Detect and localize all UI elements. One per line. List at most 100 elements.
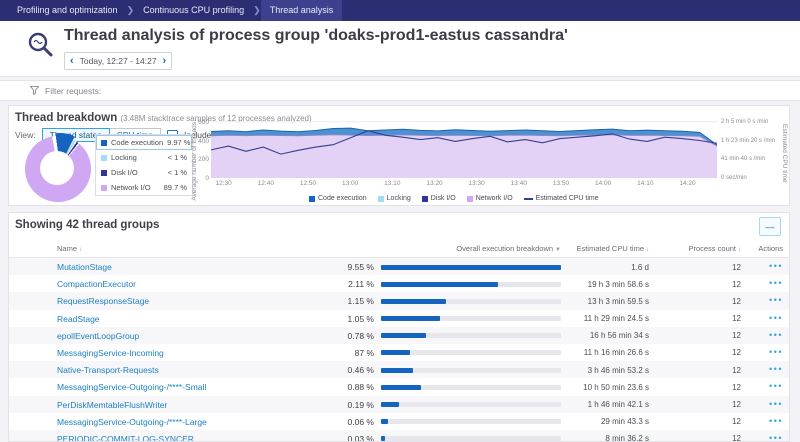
- row-actions-button[interactable]: •••: [709, 347, 783, 357]
- execution-bar-fill: [381, 333, 426, 338]
- filter-bar[interactable]: Filter requests:: [0, 80, 800, 101]
- thread-chart-plot[interactable]: [211, 118, 717, 178]
- legend-label: Disk I/O: [111, 168, 164, 177]
- chart-legend-label: Network I/O: [476, 195, 513, 202]
- x-axis-tick: 14:00: [591, 180, 615, 187]
- thread-group-link[interactable]: epollEventLoopGroup: [57, 331, 139, 341]
- execution-percent: 1.05 %: [289, 314, 374, 324]
- chart-legend-item[interactable]: Locking: [378, 195, 411, 202]
- thread-group-link[interactable]: PerDiskMemtableFlushWriter: [57, 400, 167, 410]
- row-actions-button[interactable]: •••: [709, 399, 783, 409]
- row-actions-button[interactable]: •••: [709, 364, 783, 374]
- execution-percent: 0.19 %: [289, 400, 374, 410]
- left-axis-tick: 600: [197, 119, 209, 126]
- estimated-cpu-time: 1 h 46 min 42.1 s: [489, 400, 649, 409]
- execution-bar-fill: [381, 368, 413, 373]
- estimated-cpu-time: 29 min 43.3 s: [489, 417, 649, 426]
- table-options-button[interactable]: —: [759, 217, 781, 236]
- column-header-name[interactable]: Name↕: [57, 244, 177, 253]
- right-axis-tick: 1 h 23 min 20 s /min: [721, 138, 779, 144]
- x-axis-tick: 13:50: [549, 180, 573, 187]
- x-axis-tick: 12:50: [296, 180, 320, 187]
- thread-groups-card: Showing 42 thread groups — Name↕ Overall …: [8, 212, 790, 442]
- table-header-row: Name↕ Overall execution breakdown▼Estimat…: [9, 241, 789, 258]
- row-actions-button[interactable]: •••: [709, 313, 783, 323]
- execution-bar-fill: [381, 419, 388, 424]
- chart-legend-item[interactable]: Network I/O: [467, 195, 513, 202]
- x-axis-tick: 12:40: [254, 180, 278, 187]
- breakdown-legend: Code execution9.97 %Locking< 1 %Disk I/O…: [95, 134, 193, 196]
- legend-row[interactable]: Network I/O89.7 %: [96, 180, 192, 195]
- execution-percent: 9.55 %: [289, 262, 374, 272]
- thread-group-link[interactable]: MutationStage: [57, 262, 112, 272]
- thread-group-link[interactable]: ReadStage: [57, 314, 100, 324]
- page-title: Thread analysis of process group 'doaks-…: [64, 27, 568, 45]
- thread-group-link[interactable]: MessagingService-Outgoing-/****-Small: [57, 382, 206, 392]
- timeframe-prev-icon[interactable]: ‹: [70, 54, 74, 68]
- thread-group-link[interactable]: MessagingService-Incoming: [57, 348, 164, 358]
- breadcrumb-item[interactable]: Thread analysis: [261, 0, 343, 21]
- chart-ylabel-right: Estimated CPU time: [781, 124, 788, 183]
- chart-legend-item[interactable]: Code execution: [309, 195, 367, 202]
- table-row: MessagingService-Outgoing-/****-Large0.0…: [9, 413, 789, 430]
- estimated-cpu-time: 10 h 50 min 23.6 s: [489, 383, 649, 392]
- legend-swatch: [101, 170, 107, 176]
- estimated-cpu-time: 3 h 46 min 53.2 s: [489, 366, 649, 375]
- timeframe-next-icon[interactable]: ›: [163, 54, 167, 68]
- estimated-cpu-time: 19 h 3 min 58.6 s: [489, 280, 649, 289]
- legend-row[interactable]: Disk I/O< 1 %: [96, 165, 192, 180]
- chart-legend-label: Disk I/O: [431, 195, 456, 202]
- thread-group-link[interactable]: PERIODIC-COMMIT-LOG-SYNCER: [57, 434, 194, 442]
- chart-legend-item[interactable]: Estimated CPU time: [524, 195, 599, 202]
- row-actions-button[interactable]: •••: [709, 433, 783, 442]
- execution-bar-fill: [381, 402, 399, 407]
- column-header-estimated-cpu-time[interactable]: Estimated CPU time↕: [549, 244, 649, 253]
- execution-bar-fill: [381, 385, 421, 390]
- breakdown-title-text: Thread breakdown: [15, 112, 117, 124]
- legend-label: Network I/O: [111, 183, 160, 192]
- timeframe-selector[interactable]: ‹ Today, 12:27 - 14:27 ›: [64, 52, 172, 70]
- estimated-cpu-time: 11 h 29 min 24.5 s: [489, 314, 649, 323]
- table-row: RequestResponseStage1.15 %13 h 3 min 59.…: [9, 292, 789, 309]
- thread-group-link[interactable]: RequestResponseStage: [57, 296, 149, 306]
- row-actions-button[interactable]: •••: [709, 278, 783, 288]
- column-header-actions[interactable]: Actions: [729, 244, 783, 253]
- chart-legend-swatch: [422, 196, 428, 202]
- legend-swatch: [101, 185, 107, 191]
- row-actions-button[interactable]: •••: [709, 295, 783, 305]
- column-header-overall-execution-breakdown[interactable]: Overall execution breakdown▼: [389, 244, 561, 253]
- table-row: MutationStage9.55 %1.6 d12•••: [9, 258, 789, 275]
- table-heading: Showing 42 thread groups: [15, 219, 159, 231]
- breadcrumb-item[interactable]: Profiling and optimization: [8, 0, 127, 21]
- legend-row[interactable]: Locking< 1 %: [96, 150, 192, 165]
- table-row: PERIODIC-COMMIT-LOG-SYNCER0.03 %8 min 36…: [9, 430, 789, 442]
- filter-funnel-icon: [30, 86, 39, 95]
- sort-icon: ↕: [646, 247, 649, 253]
- legend-row[interactable]: Code execution9.97 %: [96, 135, 192, 150]
- execution-percent: 0.03 %: [289, 434, 374, 442]
- thread-breakdown-donut[interactable]: [25, 136, 91, 202]
- thread-analysis-icon: [26, 30, 56, 60]
- breadcrumb-item[interactable]: Continuous CPU profiling: [134, 0, 253, 21]
- breadcrumb-separator-icon: ❯: [253, 5, 261, 16]
- execution-percent: 0.46 %: [289, 365, 374, 375]
- thread-group-link[interactable]: MessagingService-Outgoing-/****-Large: [57, 417, 207, 427]
- legend-label: Locking: [111, 153, 164, 162]
- row-actions-button[interactable]: •••: [709, 381, 783, 391]
- row-actions-button[interactable]: •••: [709, 330, 783, 340]
- timeframe-label[interactable]: Today, 12:27 - 14:27: [80, 56, 157, 66]
- right-axis-tick: 0 sec/min: [721, 175, 779, 181]
- chart-legend-label: Estimated CPU time: [536, 195, 599, 202]
- execution-percent: 0.78 %: [289, 331, 374, 341]
- thread-group-link[interactable]: Native-Transport-Requests: [57, 365, 159, 375]
- x-axis-tick: 14:20: [675, 180, 699, 187]
- chart-legend-item[interactable]: Disk I/O: [422, 195, 456, 202]
- row-actions-button[interactable]: •••: [709, 416, 783, 426]
- table-row: PerDiskMemtableFlushWriter 0.19 % 1 h 46 m…: [9, 396, 789, 413]
- thread-group-link[interactable]: CompactionExecutor: [57, 279, 136, 289]
- legend-swatch: [101, 155, 107, 161]
- x-axis-tick: 14:10: [633, 180, 657, 187]
- row-actions-button[interactable]: •••: [709, 261, 783, 271]
- execution-bar-fill: [381, 436, 385, 441]
- chart-legend-swatch: [309, 196, 315, 202]
